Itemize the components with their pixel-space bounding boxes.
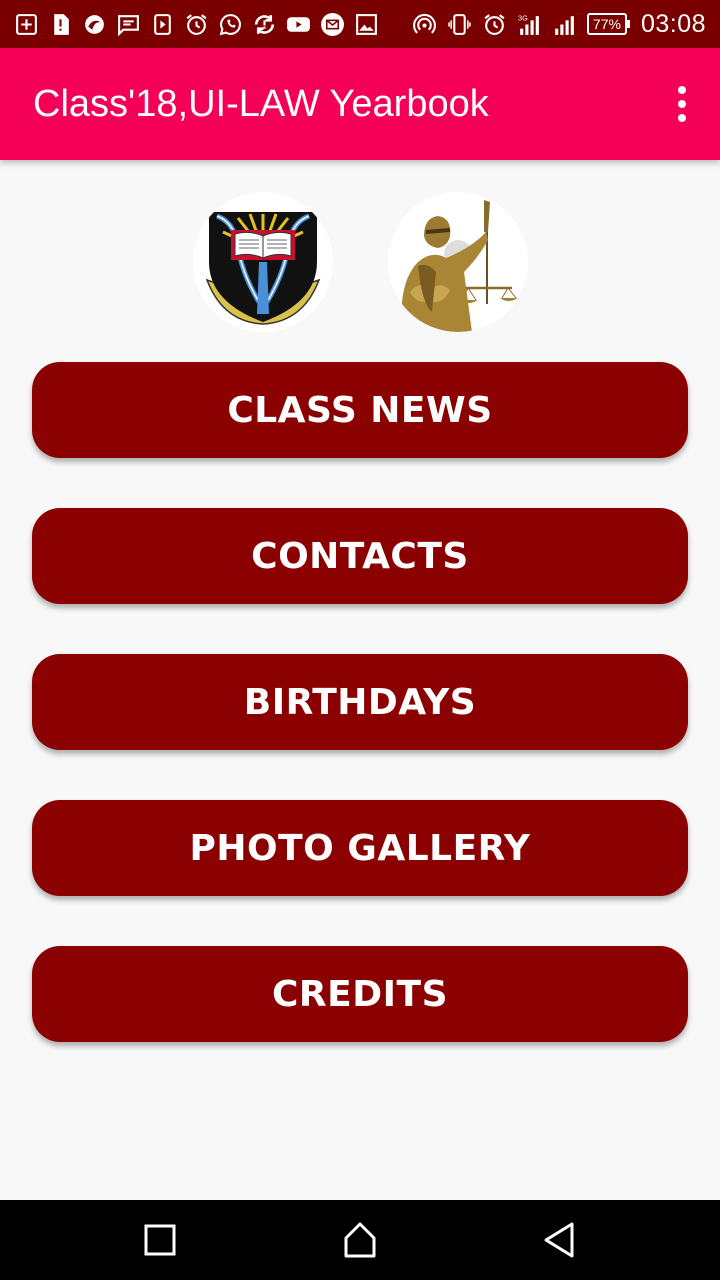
vibrate-icon [447, 12, 472, 37]
app-title: Class'18,UI-LAW Yearbook [33, 82, 489, 125]
class-news-button[interactable]: CLASS NEWS [32, 362, 688, 458]
recents-icon[interactable] [138, 1218, 182, 1262]
logo-row [0, 192, 720, 332]
alarm-icon [184, 12, 209, 37]
image-icon [354, 12, 379, 37]
lady-justice-logo [388, 192, 528, 332]
youtube-icon [286, 12, 311, 37]
notification-icons [14, 12, 379, 37]
app-bar: Class'18,UI-LAW Yearbook [0, 48, 720, 160]
add-box-icon [14, 12, 39, 37]
photo-gallery-button[interactable]: PHOTO GALLERY [32, 800, 688, 896]
alarm-icon [482, 12, 507, 37]
credits-button[interactable]: CREDITS [32, 946, 688, 1042]
clock: 03:08 [640, 9, 706, 38]
message-icon [116, 12, 141, 37]
navigation-bar [0, 1200, 720, 1280]
system-icons: 3G 77% 03:08 [412, 10, 706, 39]
home-icon[interactable] [338, 1218, 382, 1262]
sync-alert-icon [252, 12, 277, 37]
whatsapp-icon [218, 12, 243, 37]
play-store-icon [150, 12, 175, 37]
battery-indicator: 77% [586, 13, 630, 35]
university-crest-logo [193, 192, 333, 332]
signal-3g-icon: 3G [517, 12, 542, 37]
mail-icon [320, 12, 345, 37]
contacts-button[interactable]: CONTACTS [32, 508, 688, 604]
status-bar: 3G 77% 03:08 [0, 0, 720, 48]
hotspot-icon [412, 12, 437, 37]
bird-app-icon [82, 12, 107, 37]
overflow-menu-icon[interactable] [670, 86, 694, 122]
svg-text:3G: 3G [518, 13, 528, 22]
birthdays-button[interactable]: BIRTHDAYS [32, 654, 688, 750]
back-icon[interactable] [538, 1218, 582, 1262]
signal-icon [552, 12, 577, 37]
sim-alert-icon [48, 12, 73, 37]
